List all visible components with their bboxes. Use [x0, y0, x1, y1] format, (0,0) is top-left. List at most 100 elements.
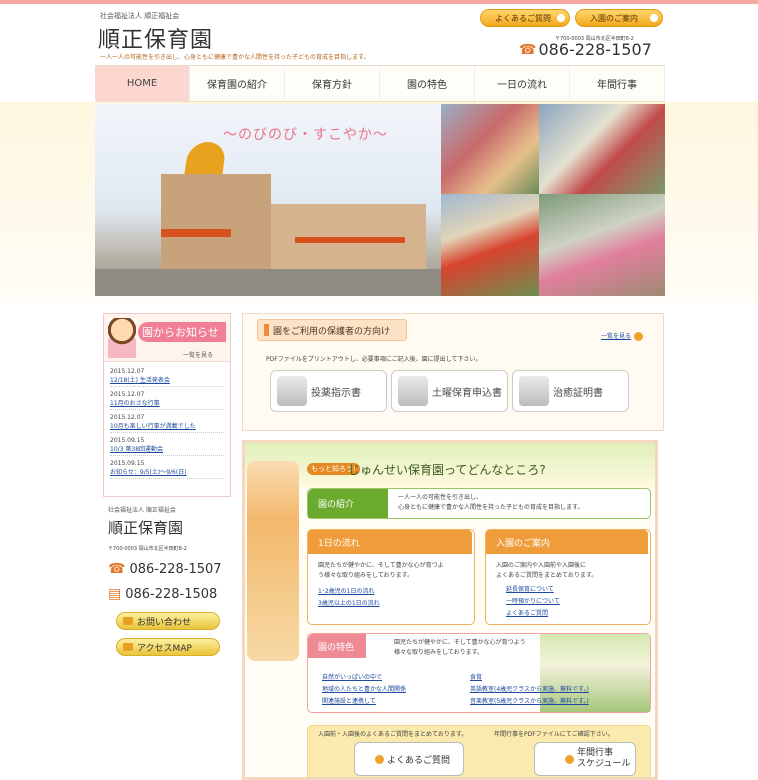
- children-photo-3: [441, 194, 539, 296]
- news-date: 2015.12.07: [110, 414, 145, 421]
- feature-link-nature[interactable]: 自然がいっぱいの中で: [322, 672, 382, 681]
- schedule-note: 年間行事をPDFファイルにてご確認下さい。: [494, 731, 614, 738]
- daily-flow-heading[interactable]: 1日の流れ: [308, 530, 472, 554]
- fax-icon: ▤: [108, 586, 122, 602]
- kids-ladder-illustration: [247, 461, 299, 661]
- guardian-title: 園をご利用の保護者の方向け: [257, 319, 407, 341]
- admission-link-temporary[interactable]: 一時預かりについて: [506, 596, 560, 605]
- features-heading[interactable]: 園の特色: [308, 634, 366, 658]
- medication-form-label: 投薬指示書: [311, 387, 361, 399]
- saturday-care-form-label: 土曜保育申込書: [432, 387, 502, 399]
- about-section: もっと知ろう! じゅんせい保育園ってどんなところ? 園の紹介 一人一人の可能性を…: [242, 440, 658, 780]
- annual-schedule-button[interactable]: 年間行事 スケジュール: [534, 742, 636, 776]
- feature-link-music[interactable]: 音楽教室(5歳児クラスから実施、無料です。): [470, 696, 589, 705]
- news-view-all-link[interactable]: 一覧を見る: [183, 350, 213, 359]
- arrow-circle-icon: [375, 754, 384, 764]
- page: 社会福祉法人 順正福祉会 順正保育園 一人一人の可能性を引き出し、心身ともに健康…: [0, 0, 758, 780]
- annual-schedule-line-2: スケジュール: [577, 759, 631, 769]
- phone-icon: ☎: [519, 41, 537, 58]
- recovery-certificate-button[interactable]: 治癒証明書: [512, 370, 629, 412]
- news-link[interactable]: 11月のおさな行事: [110, 398, 224, 410]
- header-phone: ☎ 086-228-1507: [519, 40, 652, 59]
- saturday-care-form-button[interactable]: 土曜保育申込書: [391, 370, 508, 412]
- faq-schedule-block: 入園前・入園後のよくあるご質問をまとめております。 年間行事をPDFファイルにて…: [307, 725, 651, 777]
- feature-link-community[interactable]: 地域の人たちと豊かな人間関係: [322, 684, 406, 693]
- site-logo-title[interactable]: 順正保育園: [98, 22, 213, 54]
- contact-button[interactable]: お問い合わせ: [116, 612, 220, 630]
- features-text-1: 園児たちが健やかに、そして豊かな心が育つよう: [394, 639, 526, 646]
- news-link[interactable]: 12/18(土) 生活発表会: [110, 375, 224, 387]
- sidebar-phone-number: 086-228-1507: [129, 561, 222, 577]
- admission-text-2: よくあるご質問をまとめております。: [496, 572, 598, 579]
- sidebar-fax: ▤ 086-228-1508: [108, 586, 217, 602]
- feature-link-facilities[interactable]: 関連施設と連携して: [322, 696, 376, 705]
- faq-big-button-label: よくあるご質問: [387, 755, 451, 766]
- annual-schedule-label: 年間行事 スケジュール: [577, 748, 630, 770]
- news-link[interactable]: 10月も楽しい行事が満載でした: [110, 421, 224, 433]
- about-title: じゅんせい保育園ってどんなところ?: [348, 463, 546, 477]
- news-panel: 園からお知らせ 一覧を見る 2015.12.07 12/18(土) 生活発表会 …: [103, 313, 231, 497]
- faq-button[interactable]: よくあるご質問: [480, 9, 570, 27]
- header-tagline: 一人一人の可能性を引き出し、心身ともに健康で豊かな人間性を持った子どもの育成を目…: [100, 54, 370, 61]
- nav-annual-events[interactable]: 年間行事: [570, 66, 665, 101]
- intro-block[interactable]: 園の紹介 一人一人の可能性を引き出し、 心身ともに健康で豊かな人間性を持った子ど…: [307, 488, 651, 519]
- news-date: 2015.12.07: [110, 368, 145, 375]
- annual-schedule-line-1: 年間行事: [577, 748, 614, 758]
- children-photo-2: [539, 104, 665, 194]
- hero-banner: 〜のびのび・すこやか〜: [95, 104, 665, 296]
- admission-button[interactable]: 入園のご案内: [575, 9, 663, 27]
- news-link[interactable]: 10/3 第38回運動会: [110, 444, 224, 456]
- global-nav: HOME 保育園の紹介 保育方針 園の特色 一日の流れ 年間行事: [95, 65, 665, 102]
- daily-flow-text-1: 園児たちが健やかに、そして豊かな心が育つよ: [318, 562, 444, 569]
- nav-policy[interactable]: 保育方針: [285, 66, 380, 101]
- medication-form-button[interactable]: 投薬指示書: [270, 370, 387, 412]
- flow-link-toddler[interactable]: 1･2歳児の1日の流れ: [318, 586, 374, 595]
- feature-link-food[interactable]: 食育: [470, 672, 482, 681]
- news-link[interactable]: お知らせ：9/5(土)〜9/6(日): [110, 467, 224, 479]
- document-icon: [277, 376, 307, 406]
- access-map-button[interactable]: アクセスMAP: [116, 638, 220, 656]
- news-title: 園からお知らせ: [138, 322, 226, 342]
- nav-about[interactable]: 保育園の紹介: [190, 66, 285, 101]
- features-text-2: 様々な取り組みをしております。: [394, 649, 484, 656]
- guardian-note: PDFファイルをプリントアウトし、必要事項にご記入後、園に提出して下さい。: [266, 356, 482, 363]
- admission-link-extended[interactable]: 延長保育について: [506, 584, 554, 593]
- sidebar-school-name: 順正保育園: [108, 519, 184, 537]
- news-date: 2015.09.15: [110, 460, 145, 467]
- phone-icon: ☎: [108, 561, 126, 577]
- admission-link-faq[interactable]: よくあるご質問: [506, 608, 548, 617]
- faq-big-button[interactable]: よくあるご質問: [354, 742, 464, 776]
- arrow-circle-icon: [565, 754, 574, 764]
- guardian-view-all-link[interactable]: 一覧を見る: [601, 331, 643, 341]
- hero-catchphrase: 〜のびのび・すこやか〜: [223, 127, 388, 143]
- sidebar-fax-number: 086-228-1508: [125, 586, 218, 602]
- news-list: 2015.12.07 12/18(土) 生活発表会 2015.12.07 11月…: [104, 362, 230, 489]
- sidebar-phone: ☎ 086-228-1507: [108, 561, 222, 577]
- nav-home[interactable]: HOME: [95, 66, 190, 101]
- feature-link-english[interactable]: 英語教室(4歳児クラスから実施、無料です。): [470, 684, 589, 693]
- calendar-icon: [398, 376, 428, 406]
- sidebar-address: 〒700-0003 岡山市北区半田町8-2: [108, 546, 187, 552]
- guardian-panel: 園をご利用の保護者の方向け 一覧を見る PDFファイルをプリントアウトし、必要事…: [242, 313, 664, 431]
- daily-flow-text-2: う様々な取り組みをしております。: [318, 572, 414, 579]
- news-item: 2015.12.07 11月のおさな行事: [110, 391, 224, 410]
- admission-heading[interactable]: 入園のご案内: [486, 530, 648, 554]
- top-accent-line: [0, 0, 758, 4]
- intro-text-2: 心身ともに健康で豊かな人間性を持った子どもの育成を目指します。: [398, 504, 584, 511]
- children-icon: [519, 376, 549, 406]
- header-corp-name: 社会福祉法人 順正福祉会: [100, 12, 180, 20]
- news-date: 2015.09.15: [110, 437, 145, 444]
- news-item: 2015.12.07 12/18(土) 生活発表会: [110, 368, 224, 387]
- access-map-button-label: アクセスMAP: [137, 643, 192, 654]
- faq-note: 入園前・入園後のよくあるご質問をまとめております。: [318, 731, 468, 738]
- flow-link-preschool[interactable]: 3歳児以上の1日の流れ: [318, 598, 380, 607]
- nav-features[interactable]: 園の特色: [380, 66, 475, 101]
- admission-block: 入園のご案内 入園のご案内や入園前や入園後に よくあるご質問をまとめております。…: [485, 529, 651, 625]
- children-photo-4: [539, 194, 665, 296]
- admission-text-1: 入園のご案内や入園前や入園後に: [496, 562, 587, 569]
- children-photo-1: [441, 104, 539, 194]
- nav-daily-flow[interactable]: 一日の流れ: [475, 66, 570, 101]
- features-block: 園の特色 園児たちが健やかに、そして豊かな心が育つよう 様々な取り組みをしており…: [307, 633, 651, 713]
- intro-heading: 園の紹介: [308, 489, 388, 518]
- child-illustration-icon: [108, 318, 136, 358]
